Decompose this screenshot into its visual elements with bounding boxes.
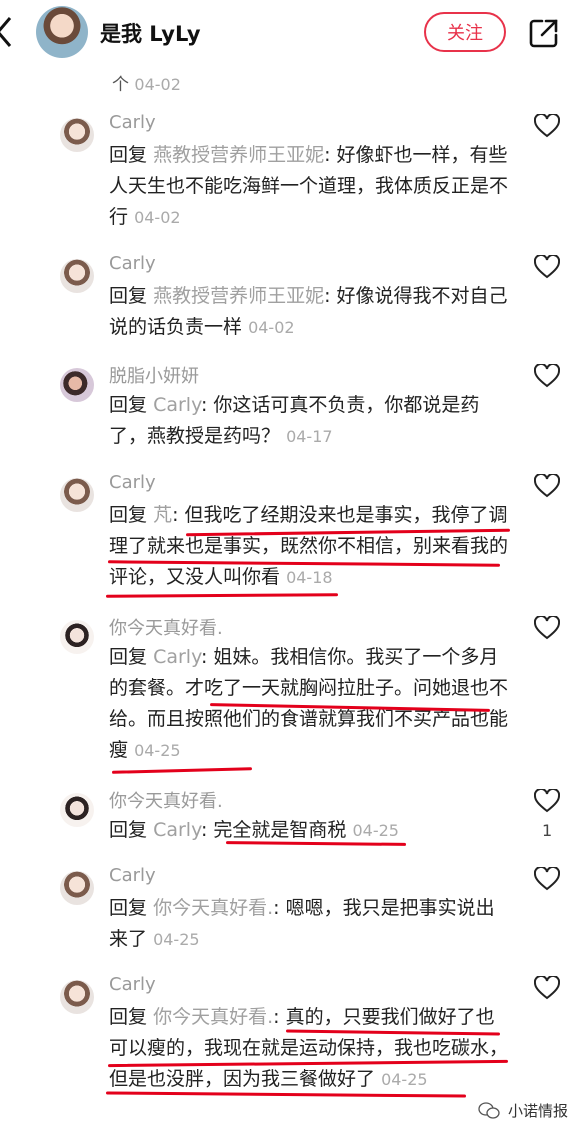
reply-target[interactable]: 你今天真好看. [153,897,273,919]
comment-date: 04-18 [286,568,333,587]
commenter-name[interactable]: 你今天真好看. [109,614,223,640]
watermark-text: 小诺情报 [508,1102,569,1120]
commenter-avatar[interactable] [60,871,94,905]
reply-label: 回复 [109,1006,148,1028]
comment-date: 04-25 [153,930,200,949]
commenter-avatar[interactable] [60,980,94,1014]
commenter-name[interactable]: Carly [109,253,156,274]
like-heart-icon[interactable] [534,789,560,813]
reply-label: 回复 [109,285,148,307]
commenter-name[interactable]: Carly [109,112,156,133]
truncated-comment: 个 04-02 [112,70,181,95]
like-heart-icon[interactable] [534,867,560,891]
commenter-avatar[interactable] [60,259,94,293]
like-count: 1 [542,821,553,840]
reply-label: 回复 [109,394,148,416]
like-heart-icon[interactable] [534,976,560,1000]
follow-button[interactable]: 关注 [424,12,506,52]
commenter-avatar[interactable] [60,478,94,512]
comment-text[interactable]: 回复 你今天真好看.: 真的，只要我们做好了也可以瘦的，我现在就是运动保持，我也… [109,1002,509,1095]
commenter-name[interactable]: 你今天真好看. [109,787,223,813]
like-heart-icon[interactable] [534,255,560,279]
comment-text[interactable]: 回复 Carly: 姐妹。我相信你。我买了一个多月的套餐。才吃了一天就胸闷拉肚子… [109,642,509,766]
reply-label: 回复 [109,819,148,841]
comment-date: 04-02 [248,318,295,337]
reply-target[interactable]: Carly [153,646,201,668]
comment-date: 04-02 [134,208,181,227]
reply-label: 回复 [109,144,148,166]
comment-text[interactable]: 回复 Carly: 你这话可真不负责，你都说是药了，燕教授是药吗？ 04-17 [109,390,509,452]
like-heart-icon[interactable] [534,114,560,138]
comment-text[interactable]: 回复 燕教授营养师王亚妮: 好像虾也一样，有些人天生也不能吃海鲜一个道理，我体质… [109,140,509,233]
commenter-name[interactable]: 脱脂小妍妍 [109,362,199,388]
comment-date: 04-25 [381,1070,428,1089]
like-heart-icon[interactable] [534,616,560,640]
commenter-avatar[interactable] [60,793,94,827]
comment-date: 04-17 [286,427,333,446]
share-icon[interactable] [528,17,560,49]
reply-label: 回复 [109,504,148,526]
commenter-avatar[interactable] [60,118,94,152]
comment-date: 04-02 [134,75,181,94]
reply-target[interactable]: 芃 [153,504,172,526]
comment-body: 完全就是智商税 [213,819,347,841]
comment-text[interactable]: 回复 芃: 但我吃了经期没来也是事实，我停了调理了就来也是事实，既然你不相信，别… [109,500,509,593]
reply-target[interactable]: Carly [153,819,201,841]
profile-avatar[interactable] [36,6,88,58]
comment-text[interactable]: 回复 你今天真好看.: 嗯嗯，我只是把事实说出来了 04-25 [109,893,509,955]
like-heart-icon[interactable] [534,474,560,498]
reply-label: 回复 [109,897,148,919]
reply-target[interactable]: Carly [153,394,201,416]
red-underline [105,593,339,598]
reply-target[interactable]: 燕教授营养师王亚妮 [153,144,324,166]
commenter-name[interactable]: Carly [109,974,156,995]
reply-target[interactable]: 燕教授营养师王亚妮 [153,285,324,307]
profile-title: 是我 LyLy [100,22,201,46]
commenter-avatar[interactable] [60,620,94,654]
red-underline [111,767,253,774]
back-arrow-icon[interactable] [0,14,18,50]
commenter-name[interactable]: Carly [109,472,156,493]
watermark: 小诺情报 [478,1100,568,1121]
wechat-logo-icon [478,1101,500,1119]
comment-text[interactable]: 回复 燕教授营养师王亚妮: 好像说得我不对自己说的话负责一样 04-02 [109,281,509,343]
commenter-avatar[interactable] [60,368,94,402]
like-heart-icon[interactable] [534,364,560,388]
commenter-name[interactable]: Carly [109,865,156,886]
comment-date: 04-25 [352,821,399,840]
fragment-text: 个 [112,75,129,95]
reply-target[interactable]: 你今天真好看. [153,1006,273,1028]
header-bar: 是我 LyLy 关注 [0,0,584,64]
reply-label: 回复 [109,646,148,668]
comment-date: 04-25 [134,741,181,760]
